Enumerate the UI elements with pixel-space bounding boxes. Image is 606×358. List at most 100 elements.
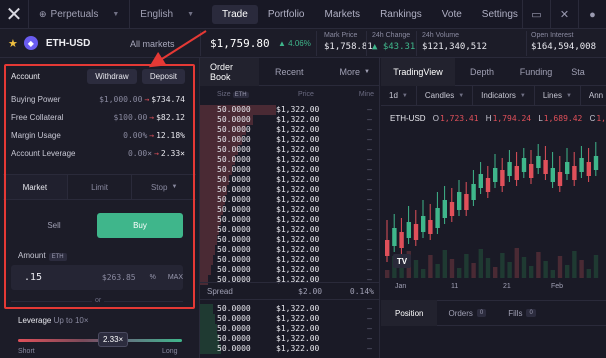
volume-bar (471, 263, 476, 278)
candle-body (550, 168, 555, 182)
candle-body (529, 164, 534, 178)
indicators-select[interactable]: Indicators ▼ (473, 85, 535, 106)
bid-row[interactable]: 50.0000 $1,322.00 – (200, 314, 380, 324)
nav-vote[interactable]: Vote (432, 5, 472, 24)
depth-bar (200, 324, 217, 334)
ask-row[interactable]: 50.0000 $1,322.00 – (200, 235, 380, 245)
candle-body (471, 184, 476, 200)
logo-icon[interactable]: ✕ (0, 0, 28, 29)
candle-body (464, 194, 469, 210)
ask-row[interactable]: 50.0000 $1,322.00 – (200, 105, 380, 115)
ask-row[interactable]: 50.0000 $1,322.00 – (200, 115, 380, 125)
row-size: 50.0000 (217, 245, 251, 254)
row-mine: – (367, 105, 372, 114)
ask-row[interactable]: 50.0000 $1,322.00 – (200, 185, 380, 195)
ask-row[interactable]: 50.0000 $1,322.00 – (200, 225, 380, 235)
ask-row[interactable]: 50.0000 $1,322.00 – (200, 215, 380, 225)
divider (316, 31, 317, 56)
ask-row[interactable]: 50.0000 $1,322.00 – (200, 195, 380, 205)
stat-24h-volume: 24h Volume $121,340,512 (422, 32, 488, 52)
x-tick-label: 11 (451, 283, 459, 290)
nav-portfolio[interactable]: Portfolio (258, 5, 315, 24)
ask-row[interactable]: 50.0000 $1,322.00 – (200, 155, 380, 165)
top-nav: ✕ ⊕ Perpetuals ▼ English ▼ Trade Portfol… (0, 0, 606, 29)
divider (416, 31, 417, 56)
nav-trade[interactable]: Trade (212, 4, 258, 24)
row-mine: – (367, 215, 372, 224)
network-selector[interactable]: ⊕ Perpetuals ▼ (28, 0, 129, 29)
candles-select[interactable]: Candles ▼ (417, 85, 474, 106)
tab-position[interactable]: Position (381, 300, 438, 326)
star-icon[interactable]: ★ (8, 37, 18, 50)
ask-row[interactable]: 50.0000 $1,322.00 – (200, 135, 380, 145)
ask-row[interactable]: 50.0000 $1,322.00 – (200, 265, 380, 275)
row-price: $1,322.00 (276, 185, 320, 194)
volume-bar (514, 248, 519, 278)
market-price: $1,759.80 (210, 37, 270, 50)
github-icon[interactable]: ● (578, 0, 606, 29)
tab-stats[interactable]: Sta (563, 58, 593, 86)
row-price: $1,322.00 (276, 225, 320, 234)
ask-row[interactable]: 50.0000 $1,322.00 – (200, 175, 380, 185)
tab-order-book[interactable]: Order Book (200, 57, 259, 86)
ask-row[interactable]: 50.0000 $1,322.00 – (200, 145, 380, 155)
row-price: $1,322.00 (276, 324, 320, 333)
language-selector[interactable]: English ▼ (129, 0, 208, 29)
tab-tradingview[interactable]: TradingView (381, 57, 455, 86)
tab-more[interactable]: More ▼ (320, 58, 380, 86)
nav-settings[interactable]: Settings (472, 5, 528, 24)
chat-icon[interactable]: ▭ (522, 0, 550, 29)
bid-row[interactable]: 50.0000 $1,322.00 – (200, 334, 380, 344)
tab-recent[interactable]: Recent (259, 58, 320, 86)
divider (526, 31, 527, 56)
volume-bar (521, 257, 527, 278)
volume-bar (421, 269, 426, 278)
lines-select[interactable]: Lines ▼ (535, 85, 581, 106)
candle-body (478, 174, 483, 188)
tab-orders[interactable]: Orders 0 (437, 300, 497, 326)
candle-body (507, 162, 512, 176)
row-mine: – (367, 185, 372, 194)
position-tabs: Position Orders 0 Fills 0 (381, 300, 606, 326)
volume-bar (457, 268, 462, 278)
row-size: 50.0000 (217, 324, 251, 333)
volume-bar (493, 267, 498, 278)
volume-bar (550, 270, 555, 278)
candle-body (521, 158, 527, 172)
ask-row[interactable]: 50.0000 $1,322.00 – (200, 125, 380, 135)
bid-row[interactable]: 50.0000 $1,322.00 – (200, 304, 380, 314)
row-price: $1,322.00 (276, 155, 320, 164)
row-size: 50.0000 (217, 314, 251, 323)
chart-symbol: ETH-USD (390, 114, 426, 123)
row-price: $1,322.00 (276, 245, 320, 254)
twitter-icon[interactable]: ✕ (550, 0, 578, 29)
all-markets-link[interactable]: All markets (130, 39, 175, 49)
nav-rankings[interactable]: Rankings (370, 5, 432, 24)
candle-body (557, 172, 563, 186)
row-price: $1,322.00 (276, 145, 320, 154)
tab-depth[interactable]: Depth (455, 58, 509, 86)
volume-bar (557, 256, 563, 278)
ask-row[interactable]: 50.0000 $1,322.00 – (200, 255, 380, 265)
up-arrow-icon: ▲ (372, 42, 383, 52)
ask-row[interactable]: 50.0000 $1,322.00 – (200, 245, 380, 255)
leverage-value[interactable]: 2.33× (98, 332, 129, 347)
row-mine: – (367, 265, 372, 274)
tab-funding[interactable]: Funding (509, 58, 563, 86)
bid-row[interactable]: 50.0000 $1,322.00 – (200, 344, 380, 354)
bid-row[interactable]: 50.0000 $1,322.00 – (200, 324, 380, 334)
spread-row: Spread $2.00 0.14% (200, 282, 380, 300)
candle-body (543, 160, 548, 174)
chevron-down-icon: ▼ (519, 92, 526, 99)
market-pair[interactable]: ETH-USD (46, 38, 90, 49)
annotations-select[interactable]: Ann (581, 86, 606, 106)
divider (366, 31, 367, 56)
ask-row[interactable]: 50.0000 $1,322.00 – (200, 205, 380, 215)
ask-row[interactable]: 50.0000 $1,322.00 – (200, 165, 380, 175)
tab-fills[interactable]: Fills 0 (497, 300, 547, 326)
candlestick-chart[interactable] (381, 128, 606, 278)
interval-select[interactable]: 1d ▼ (381, 85, 417, 106)
row-mine: – (367, 125, 372, 134)
market-bar: ★ ◆ ETH-USD All markets $1,759.80 ▲ 4.06… (0, 29, 606, 58)
nav-markets[interactable]: Markets (315, 5, 371, 24)
